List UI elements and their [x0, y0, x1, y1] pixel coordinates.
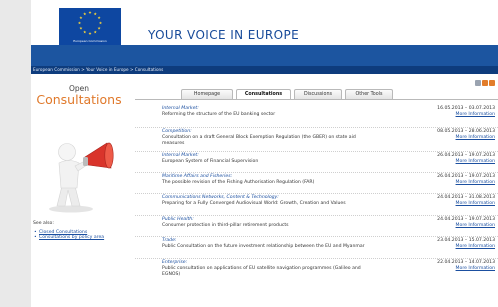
header-band — [31, 45, 498, 66]
consultation-title: Consumer protection in third-pillar reti… — [162, 223, 289, 228]
page-tools — [475, 80, 497, 87]
consultation-title: Public Consultation on the future invest… — [162, 244, 365, 249]
consultation-title: Preparing for a Fully Converged Audiovis… — [162, 201, 346, 206]
consultation-dates: 23.04.2013 – 15.07.2013 — [437, 238, 495, 243]
list-item: Internal Market: Reforming the structure… — [135, 106, 498, 128]
site-header: European Commission YOUR VOICE IN EUROPE — [31, 0, 498, 45]
more-information-link[interactable]: More Information — [456, 223, 495, 228]
eu-flag-icon — [77, 10, 103, 35]
consultation-dates: 16.05.2013 – 03.07.2013 — [437, 106, 495, 111]
more-information-link[interactable]: More Information — [456, 135, 495, 140]
breadcrumb-item-your-voice[interactable]: Your Voice in Europe — [86, 67, 129, 72]
consultation-category: Competition: — [162, 129, 192, 134]
list-item: Trade: Public Consultation on the future… — [135, 238, 498, 259]
more-information-link[interactable]: More Information — [456, 112, 495, 117]
tab-divider — [135, 99, 498, 100]
more-information-link[interactable]: More Information — [456, 201, 495, 206]
list-item: Maritime Affairs and Fisheries: The poss… — [135, 174, 498, 194]
consultation-category: Enterprise: — [162, 260, 188, 265]
list-item: Enterprise: Public consultation on appli… — [135, 260, 498, 282]
page: European Commission YOUR VOICE IN EUROPE… — [31, 0, 498, 307]
consultation-title: European System of Financial Supervision — [162, 159, 259, 164]
megaphone-figure-illustration — [49, 142, 114, 213]
european-commission-logo[interactable]: European Commission — [59, 8, 121, 45]
eu-star — [79, 16, 83, 20]
consultation-title: Reforming the structure of the EU bankin… — [162, 112, 276, 117]
tab-homepage[interactable]: Homepage — [181, 89, 233, 99]
eu-star — [88, 10, 92, 14]
tab-discussions[interactable]: Discussions — [294, 89, 342, 99]
consultation-category: Internal Market: — [162, 106, 199, 111]
consultation-dates: 22.04.2013 – 14.07.2013 — [437, 260, 495, 265]
page-title: Consultations — [36, 92, 122, 107]
eu-star — [97, 26, 101, 30]
eu-star — [79, 26, 83, 30]
list-item: Competition: Consultation on a draft Gen… — [135, 129, 498, 152]
eu-star — [77, 21, 82, 25]
print-icon[interactable] — [482, 80, 488, 86]
eu-star — [98, 21, 103, 25]
eu-star — [83, 12, 87, 16]
consultation-dates: 26.04.2013 – 19.07.2013 — [437, 174, 495, 179]
share-icon[interactable] — [489, 80, 495, 86]
more-information-link[interactable]: More Information — [456, 244, 495, 249]
consultation-dates: 24.04.2013 – 31.08.2013 — [437, 195, 495, 200]
consultation-category: Trade: — [162, 238, 177, 243]
consultation-category: Internal Market: — [162, 153, 199, 158]
breadcrumb-item-consultations: Consultations — [134, 67, 164, 72]
consultation-category: Maritime Affairs and Fisheries: — [162, 174, 233, 179]
logo-text: European Commission — [73, 38, 107, 43]
list-item: Communications Networks, Content & Techn… — [135, 195, 498, 216]
eu-star — [97, 16, 101, 20]
consultation-dates: 08.05.2013 – 28.06.2013 — [437, 129, 495, 134]
more-information-link[interactable]: More Information — [456, 266, 495, 271]
list-item: Internal Market: European System of Fina… — [135, 153, 498, 173]
eu-star — [93, 30, 97, 34]
consultation-category: Communications Networks, Content & Techn… — [162, 195, 279, 200]
eu-star — [88, 31, 92, 35]
rss-icon[interactable] — [475, 80, 481, 86]
more-information-link[interactable]: More Information — [456, 159, 495, 164]
breadcrumb-item-commission[interactable]: European Commission — [33, 67, 80, 72]
consultation-title: The possible revision of the Fishing Aut… — [162, 180, 315, 185]
see-also-label: See also: — [33, 221, 54, 226]
site-title[interactable]: YOUR VOICE IN EUROPE — [148, 28, 299, 42]
consultation-title: Public consultation on applications of E… — [162, 266, 361, 277]
consultation-title: Consultation on a draft General Block Ex… — [162, 135, 356, 146]
tab-other-tools[interactable]: Other Tools — [345, 89, 393, 99]
consultation-dates: 24.04.2013 – 19.07.2013 — [437, 217, 495, 222]
consultation-category: Public Health: — [162, 217, 194, 222]
more-information-link[interactable]: More Information — [456, 180, 495, 185]
consultation-dates: 26.04.2013 – 19.07.2013 — [437, 153, 495, 158]
eu-star — [93, 12, 97, 16]
see-also-links: Closed Consultations Consultations by po… — [33, 230, 113, 241]
consultations-by-policy-area-link[interactable]: Consultations by policy area — [33, 235, 113, 241]
list-item: Public Health: Consumer protection in th… — [135, 217, 498, 237]
eu-star — [83, 30, 87, 34]
breadcrumb: European Commission > Your Voice in Euro… — [31, 66, 498, 74]
